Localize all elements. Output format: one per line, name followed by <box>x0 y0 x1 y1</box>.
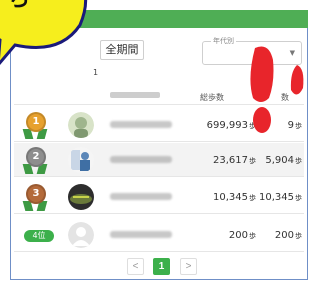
name-column-header <box>110 92 160 98</box>
current-page-button[interactable]: 1 <box>153 258 170 275</box>
user-name <box>110 193 172 200</box>
average-steps-value: 200歩 <box>274 230 302 241</box>
period-all-button[interactable]: 全期間 <box>100 40 144 60</box>
header-bar <box>78 10 308 28</box>
prev-page-button[interactable]: < <box>127 258 144 275</box>
footprint-icon <box>250 46 304 133</box>
ranking-screen: 全期間 ▼ 年代別 1 総歩数 数 1 699,993歩 9歩 2 23,617 <box>0 0 310 286</box>
average-steps-value: 10,345歩 <box>259 192 302 203</box>
table-row[interactable]: 4位 200歩 200歩 <box>14 218 304 252</box>
silver-medal-icon: 2 <box>22 147 48 174</box>
rank-badge: 4位 <box>24 230 54 242</box>
user-name <box>110 121 172 128</box>
avatar <box>68 184 94 210</box>
gold-medal-icon: 1 <box>22 112 48 139</box>
total-steps-value: 200歩 <box>228 230 256 241</box>
bubble-text: ら <box>8 0 30 12</box>
speech-bubble-icon: ら <box>0 0 88 65</box>
avatar <box>68 222 94 248</box>
medal-number: 1 <box>26 112 46 132</box>
table-row[interactable]: 3 10,345歩 10,345歩 <box>14 180 304 214</box>
medal-number: 3 <box>26 184 46 204</box>
total-steps-header: 総歩数 <box>200 93 224 102</box>
total-steps-value: 10,345歩 <box>213 192 256 203</box>
avatar <box>68 147 94 173</box>
next-page-button[interactable]: > <box>180 258 197 275</box>
avatar <box>68 112 94 138</box>
user-name <box>110 156 172 163</box>
era-select-label: 年代別 <box>211 37 236 45</box>
medal-number: 2 <box>26 147 46 167</box>
bronze-medal-icon: 3 <box>22 184 48 211</box>
user-name <box>110 231 172 238</box>
